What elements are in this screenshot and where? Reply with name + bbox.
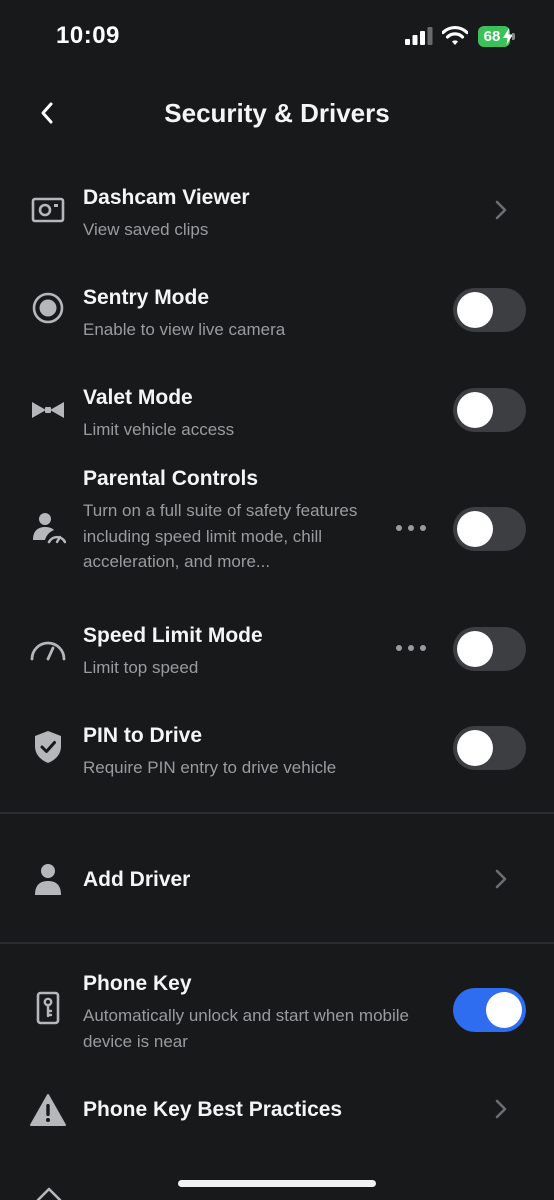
parental-controls-row: Parental Controls Turn on a full suite o… [0,462,554,602]
sentry-mode-title: Sentry Mode [83,286,210,309]
page-title: Security & Drivers [164,98,390,128]
parental-controls-toggle[interactable] [453,507,526,551]
speed-limit-more-button[interactable] [396,638,426,658]
pin-to-drive-row: PIN to Drive Require PIN entry to drive … [0,718,554,788]
speedometer-icon [30,641,66,661]
add-driver-chevron [490,866,512,892]
battery-indicator: 68 [478,26,516,47]
wifi-icon [442,25,468,45]
add-driver-title: Add Driver [83,868,191,891]
valet-mode-toggle[interactable] [453,388,526,432]
partially-visible-icon [36,1187,62,1200]
pin-to-drive-title: PIN to Drive [83,724,203,747]
parental-icon [33,513,66,544]
shield-check-icon [35,731,61,763]
header: Security & Drivers [0,84,554,144]
speed-limit-mode-subtitle: Limit top speed [83,658,199,677]
sentry-mode-subtitle: Enable to view live camera [83,320,286,339]
speed-limit-mode-row: Speed Limit Mode Limit top speed [0,618,554,688]
section-divider [0,942,554,944]
add-driver-row[interactable]: Add Driver [0,850,554,910]
cellular-signal-icon [405,27,433,45]
valet-mode-subtitle: Limit vehicle access [83,420,235,439]
dashcam-viewer-row[interactable]: Dashcam Viewer View saved clips [0,180,554,250]
status-bar: 10:09 68 [0,0,554,74]
dashcam-chevron [490,197,512,223]
phone-key-row: Phone Key Automatically unlock and start… [0,966,554,1056]
camera-icon [31,197,65,223]
warning-icon [30,1094,66,1126]
bowtie-icon [32,402,64,418]
phone-key-title: Phone Key [83,972,192,995]
person-icon [35,864,61,895]
valet-mode-row: Valet Mode Limit vehicle access [0,380,554,450]
sentry-mode-row: Sentry Mode Enable to view live camera [0,280,554,350]
phone-key-toggle[interactable] [453,988,526,1032]
parental-controls-more-button[interactable] [396,518,426,538]
phone-key-subtitle: Automatically unlock and start when mobi… [83,1006,409,1051]
parental-controls-subtitle: Turn on a full suite of safety features … [83,501,358,571]
phone-key-best-practices-title: Phone Key Best Practices [83,1098,343,1121]
dashcam-viewer-title: Dashcam Viewer [83,186,250,209]
phone-key-best-practices-row[interactable]: Phone Key Best Practices [0,1082,554,1138]
home-indicator[interactable] [178,1180,376,1187]
best-practices-chevron [490,1096,512,1122]
sentry-icon [32,292,64,324]
speed-limit-mode-toggle[interactable] [453,627,526,671]
chevron-right-icon [495,869,507,889]
valet-mode-title: Valet Mode [83,386,193,409]
status-time: 10:09 [56,22,120,49]
pin-to-drive-toggle[interactable] [453,726,526,770]
phone-key-icon [36,991,60,1025]
parental-controls-title: Parental Controls [83,467,259,490]
section-divider [0,812,554,814]
battery-level: 68 [483,28,501,45]
chevron-right-icon [495,200,507,220]
dashcam-viewer-subtitle: View saved clips [83,220,209,239]
chevron-right-icon [495,1099,507,1119]
speed-limit-mode-title: Speed Limit Mode [83,624,263,647]
sentry-mode-toggle[interactable] [453,288,526,332]
pin-to-drive-subtitle: Require PIN entry to drive vehicle [83,758,337,777]
